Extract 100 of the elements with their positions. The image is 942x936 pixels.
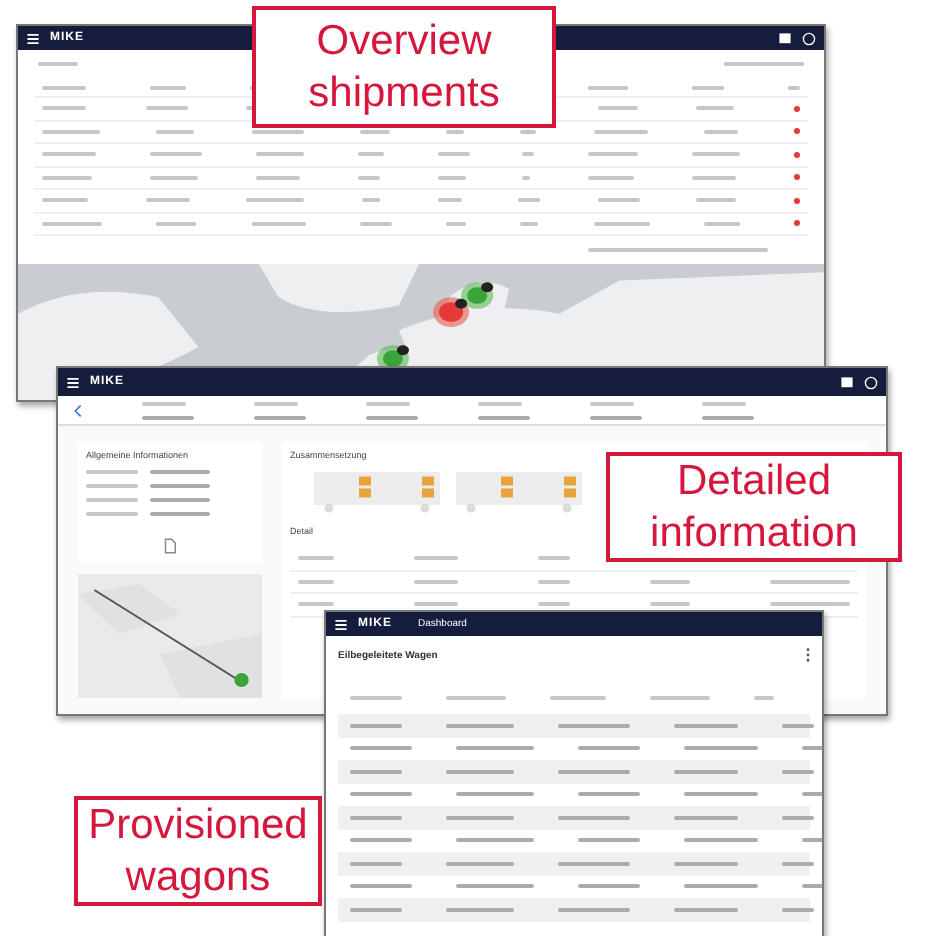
blurred-text xyxy=(597,198,640,203)
blurred-text xyxy=(350,815,402,820)
back-icon[interactable] xyxy=(74,403,82,417)
blurred-text xyxy=(414,579,458,584)
callout-label: Provisioned wagons xyxy=(74,796,322,906)
blurred-text xyxy=(674,907,738,912)
blurred-text xyxy=(350,746,412,751)
blurred-text xyxy=(770,579,850,584)
blurred-text xyxy=(802,838,822,843)
blurred-text xyxy=(802,884,822,889)
blurred-text xyxy=(446,815,514,820)
blurred-text xyxy=(518,198,541,203)
blurred-text xyxy=(42,152,96,157)
blurred-text xyxy=(578,792,640,797)
blurred-text xyxy=(446,129,464,134)
blurred-text xyxy=(782,861,814,866)
blurred-text xyxy=(593,129,647,134)
blurred-text xyxy=(446,769,514,774)
blurred-text xyxy=(437,175,465,180)
status-dot xyxy=(794,197,800,204)
blurred-text xyxy=(350,838,412,843)
blurred-text xyxy=(361,198,380,203)
blurred-text xyxy=(558,723,630,728)
blurred-text xyxy=(251,129,303,134)
blurred-text xyxy=(149,152,202,157)
chat-icon[interactable] xyxy=(840,375,854,389)
blurred-text xyxy=(684,792,758,797)
blurred-text xyxy=(446,907,514,912)
blurred-text xyxy=(42,175,92,180)
menu-icon[interactable] xyxy=(26,31,40,45)
status-dot xyxy=(794,128,800,135)
blurred-text xyxy=(42,106,86,111)
blurred-text xyxy=(42,129,100,134)
logout-icon[interactable] xyxy=(864,375,878,389)
blurred-text xyxy=(578,838,640,843)
blurred-text xyxy=(684,838,758,843)
blurred-text xyxy=(456,792,534,797)
blurred-text xyxy=(298,579,334,584)
blurred-text xyxy=(558,907,630,912)
blurred-text xyxy=(593,221,649,226)
blurred-text xyxy=(350,907,402,912)
blurred-text xyxy=(802,746,822,751)
blurred-text xyxy=(588,152,639,157)
status-dot xyxy=(794,220,800,227)
blurred-text xyxy=(350,723,402,728)
status-dot xyxy=(794,151,800,158)
blurred-text xyxy=(692,175,737,180)
blurred-text xyxy=(650,602,690,607)
logout-icon[interactable] xyxy=(802,31,816,45)
status-dot xyxy=(794,105,800,112)
blurred-text xyxy=(578,884,640,889)
status-dot xyxy=(794,174,800,181)
chat-icon[interactable] xyxy=(778,31,792,45)
blurred-text xyxy=(703,129,738,134)
menu-icon[interactable] xyxy=(66,375,80,389)
blurred-text xyxy=(802,792,822,797)
blurred-text xyxy=(145,198,190,203)
blurred-text xyxy=(255,175,300,180)
blurred-text xyxy=(703,221,740,226)
blurred-text xyxy=(692,152,741,157)
blurred-text xyxy=(558,861,630,866)
blurred-text xyxy=(359,221,392,226)
blurred-text xyxy=(357,175,380,180)
blurred-text xyxy=(414,556,458,561)
blurred-text xyxy=(684,746,758,751)
blurred-text xyxy=(446,221,466,226)
blurred-text xyxy=(298,602,334,607)
blurred-text xyxy=(437,152,469,157)
blurred-text xyxy=(696,106,735,111)
blurred-text xyxy=(650,579,690,584)
blurred-text xyxy=(359,129,390,134)
blurred-text xyxy=(520,129,537,134)
callout-label: Overview shipments xyxy=(252,6,556,128)
blurred-text xyxy=(538,556,570,561)
blurred-text xyxy=(456,884,534,889)
blurred-text xyxy=(696,198,737,203)
blurred-text xyxy=(782,907,814,912)
blurred-text xyxy=(149,175,198,180)
blurred-text xyxy=(446,723,514,728)
blurred-text xyxy=(782,815,814,820)
blurred-text xyxy=(597,106,638,111)
blurred-text xyxy=(42,198,88,203)
blurred-text xyxy=(674,861,738,866)
blurred-text xyxy=(446,861,514,866)
blurred-text xyxy=(558,815,630,820)
blurred-text xyxy=(298,556,334,561)
blurred-text xyxy=(156,129,195,134)
blurred-text xyxy=(350,792,412,797)
blurred-text xyxy=(674,723,738,728)
document-icon[interactable] xyxy=(164,538,176,554)
blurred-text xyxy=(558,769,630,774)
blurred-text xyxy=(588,175,635,180)
blurred-text xyxy=(246,198,305,203)
menu-icon[interactable] xyxy=(334,617,348,631)
blurred-text xyxy=(42,221,102,226)
blurred-text xyxy=(145,106,188,111)
blurred-text xyxy=(522,175,531,180)
blurred-text xyxy=(538,579,570,584)
blurred-text xyxy=(684,884,758,889)
blurred-text xyxy=(782,769,814,774)
